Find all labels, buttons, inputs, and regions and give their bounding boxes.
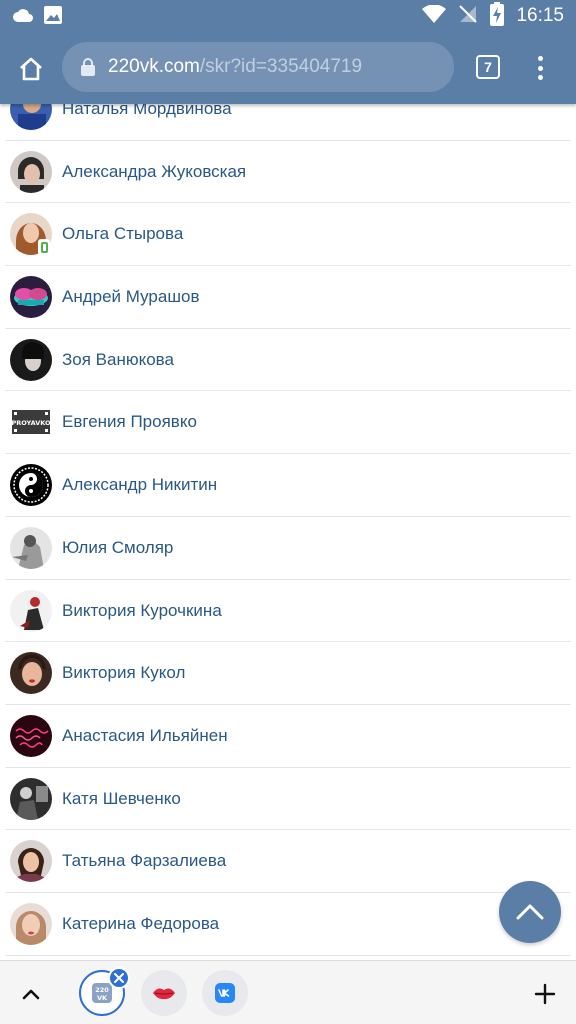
more-vertical-icon[interactable] xyxy=(528,52,552,84)
list-item[interactable]: Виктория Курочкина xyxy=(5,580,571,643)
tab-220vk-text-bottom: VK xyxy=(97,994,108,1002)
home-button[interactable] xyxy=(14,52,48,86)
avatar xyxy=(10,526,52,569)
avatar xyxy=(10,150,52,193)
close-icon[interactable] xyxy=(108,967,130,989)
avatar xyxy=(10,464,52,507)
proyavko-text: PROYAVKO xyxy=(11,419,51,427)
home-icon xyxy=(20,57,42,81)
avatar xyxy=(10,589,52,632)
list-item[interactable]: PROYAVKO Евгения Проявко xyxy=(5,391,571,455)
tab-vk-icon[interactable] xyxy=(202,970,248,1016)
avatar xyxy=(10,338,52,381)
url-host: 220vk.com xyxy=(108,56,200,77)
contact-name[interactable]: Виктория Кукол xyxy=(62,642,185,704)
wifi-icon xyxy=(422,3,447,28)
contact-name[interactable]: Зоя Ванюкова xyxy=(62,329,174,391)
address-bar[interactable]: 220vk.com/skr?id=335404719 xyxy=(62,42,454,92)
avatar xyxy=(10,840,52,883)
list-item[interactable]: Катя Шевченко xyxy=(5,768,571,831)
chevron-up-icon xyxy=(516,904,544,920)
avatar xyxy=(10,777,52,820)
scroll-top-button[interactable] xyxy=(499,881,561,943)
no-signal-icon xyxy=(458,4,478,29)
list-item[interactable]: Зоя Ванюкова xyxy=(5,329,571,392)
avatar xyxy=(10,276,52,319)
avatar xyxy=(10,652,52,695)
contact-name[interactable]: Катя Шевченко xyxy=(62,768,181,830)
url-path: /skr?id=335404719 xyxy=(199,56,363,77)
avatar xyxy=(10,902,52,945)
status-bar: 16:15 xyxy=(0,0,576,32)
contact-name[interactable]: Александра Жуковская xyxy=(62,141,246,203)
contact-name[interactable]: Татьяна Фарзалиева xyxy=(62,830,226,892)
contact-name[interactable]: Евгения Проявко xyxy=(62,391,197,453)
contacts-list: Наталья Мордвинова Александра Жуковская … xyxy=(0,78,576,956)
chevron-up-icon[interactable] xyxy=(20,983,42,1005)
contact-name[interactable]: Катерина Федорова xyxy=(62,893,219,955)
cloud-icon xyxy=(12,7,34,28)
contact-name[interactable]: Андрей Мурашов xyxy=(62,266,199,328)
list-item[interactable]: Катерина Федорова xyxy=(5,893,571,956)
contact-name[interactable]: Александр Никитин xyxy=(62,454,217,516)
status-time: 16:15 xyxy=(516,5,564,26)
avatar xyxy=(10,714,52,757)
browser-toolbar: 220vk.com/skr?id=335404719 7 xyxy=(0,32,576,104)
list-item[interactable]: Андрей Мурашов xyxy=(5,266,571,329)
list-item[interactable]: Юлия Смоляр xyxy=(5,517,571,580)
battery-charging-icon xyxy=(490,1,505,31)
list-item[interactable]: Виктория Кукол xyxy=(5,642,571,705)
contact-name[interactable]: Анастасия Ильяйнен xyxy=(62,705,228,767)
url-text: 220vk.com/skr?id=335404719 xyxy=(108,56,362,78)
tab-lips-icon[interactable] xyxy=(141,970,187,1016)
list-item[interactable]: Александра Жуковская xyxy=(5,141,571,204)
lock-icon xyxy=(81,58,95,76)
list-item[interactable]: Ольга Стырова xyxy=(5,203,571,267)
image-icon xyxy=(44,6,62,29)
list-item[interactable]: Татьяна Фарзалиева xyxy=(5,830,571,893)
plus-icon[interactable] xyxy=(534,983,556,1005)
contact-name[interactable]: Юлия Смоляр xyxy=(62,517,173,579)
contact-name[interactable]: Ольга Стырова xyxy=(62,203,183,265)
tab-220vk-text-top: 220 xyxy=(95,986,109,994)
tab-switcher-button[interactable]: 7 xyxy=(476,55,500,79)
list-item[interactable]: Анастасия Ильяйнен xyxy=(5,705,571,768)
contact-name[interactable]: Виктория Курочкина xyxy=(62,580,222,642)
mobile-online-icon xyxy=(38,239,50,256)
bottom-tab-bar: 220 VK xyxy=(0,960,576,1024)
list-item[interactable]: Александр Никитин xyxy=(5,454,571,517)
avatar: PROYAVKO xyxy=(10,401,52,444)
